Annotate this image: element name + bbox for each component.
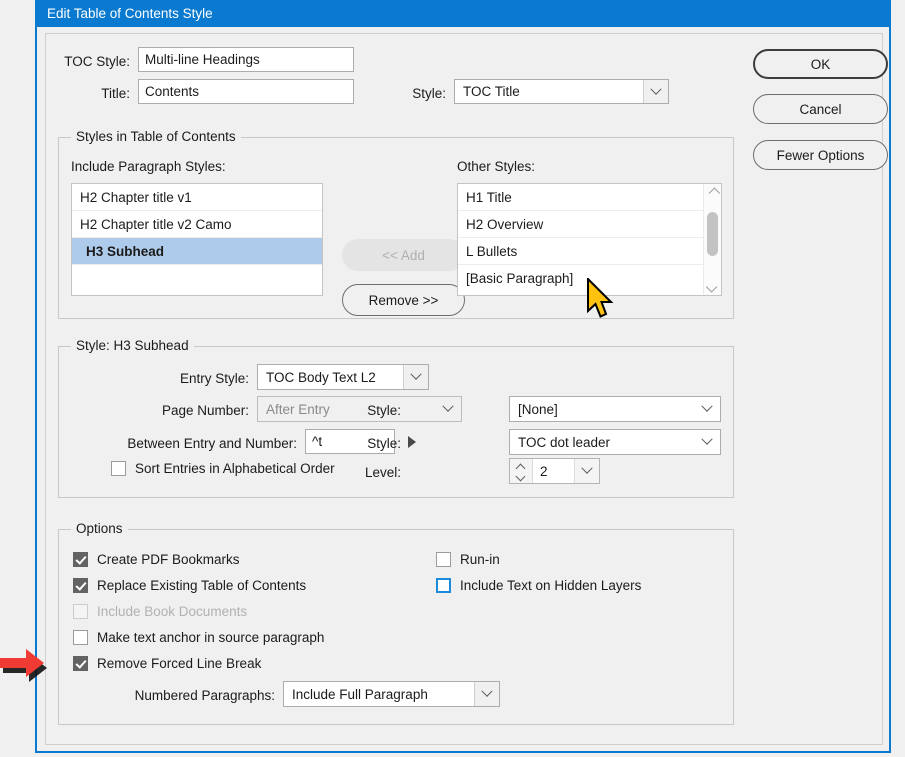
entry-style-dropdown[interactable]: TOC Body Text L2 [257,364,429,390]
include-book-documents-checkbox: Include Book Documents [73,604,247,619]
chevron-down-icon [643,80,668,103]
checkbox-box [73,604,88,619]
chevron-down-icon [694,397,720,421]
list-item[interactable]: H1 Title [458,184,704,211]
list-item[interactable]: H2 Chapter title v1 [72,184,322,211]
create-pdf-bookmarks-label: Create PDF Bookmarks [97,552,240,567]
list-item[interactable]: H2 Chapter title v2 Camo [72,211,322,238]
style-detail-group: Style: H3 Subhead Entry Style: TOC Body … [58,338,734,498]
checkbox-box[interactable] [436,552,451,567]
dialog-title: Edit Table of Contents Style [47,6,213,21]
options-legend: Options [71,521,128,536]
scroll-up-icon[interactable] [704,184,721,201]
checkbox-box[interactable] [111,461,126,476]
title-style-value: TOC Title [463,84,520,99]
other-styles-list[interactable]: H1 Title H2 Overview L Bullets [Basic Pa… [457,183,722,296]
add-button: << Add [342,239,465,271]
scrollbar-thumb[interactable] [707,212,718,256]
scroll-down-icon[interactable] [704,278,721,295]
remove-button-label: Remove >> [368,292,439,308]
styles-in-toc-group: Styles in Table of Contents Include Para… [58,129,734,319]
level-stepper-icons[interactable] [510,459,533,483]
add-button-label: << Add [382,247,425,263]
include-paragraph-styles-list[interactable]: H2 Chapter title v1 H2 Chapter title v2 … [71,183,323,296]
list-item-selected[interactable]: H3 Subhead [72,238,322,265]
checkbox-box[interactable] [436,578,451,593]
remove-forced-line-break-label: Remove Forced Line Break [97,656,262,671]
other-styles-label: Other Styles: [457,159,536,174]
level-label: Level: [364,465,401,480]
checkbox-box[interactable] [73,578,88,593]
create-pdf-bookmarks-checkbox[interactable]: Create PDF Bookmarks [73,552,240,567]
between-style-label: Style: [367,436,401,451]
between-entry-number-label: Between Entry and Number: [127,436,297,451]
include-paragraph-styles-label: Include Paragraph Styles: [71,159,226,174]
dialog-titlebar: Edit Table of Contents Style [35,0,891,27]
style-detail-legend: Style: H3 Subhead [71,338,194,353]
between-style-value: TOC dot leader [518,434,611,450]
chevron-down-icon [474,682,499,706]
chevron-down-icon [403,365,428,389]
level-dropdown-chevron-down-icon[interactable] [574,459,599,483]
fewer-options-button[interactable]: Fewer Options [753,140,888,170]
page-number-style-dropdown[interactable]: [None] [509,396,721,422]
include-text-hidden-layers-label: Include Text on Hidden Layers [460,578,642,593]
entry-style-label: Entry Style: [179,371,249,386]
checkbox-box[interactable] [73,552,88,567]
numbered-paragraphs-label: Numbered Paragraphs: [134,688,275,703]
toc-style-label: TOC Style: [64,54,130,69]
checkbox-box[interactable] [73,656,88,671]
cancel-button[interactable]: Cancel [753,94,888,124]
other-styles-scrollbar[interactable] [703,184,721,295]
between-entry-number-menu-icon[interactable] [403,432,421,452]
include-book-documents-label: Include Book Documents [97,604,248,619]
fewer-options-button-label: Fewer Options [776,147,865,163]
title-style-label: Style: [412,86,446,101]
remove-forced-line-break-checkbox[interactable]: Remove Forced Line Break [73,656,261,671]
cancel-button-label: Cancel [799,101,842,117]
ok-button-label: OK [810,56,831,72]
replace-existing-toc-checkbox[interactable]: Replace Existing Table of Contents [73,578,306,593]
make-text-anchor-checkbox[interactable]: Make text anchor in source paragraph [73,630,324,645]
styles-group-legend: Styles in Table of Contents [71,129,241,144]
ok-button[interactable]: OK [753,49,888,79]
between-style-dropdown[interactable]: TOC dot leader [509,429,721,455]
page-number-label: Page Number: [161,403,249,418]
dialog-body: TOC Style: Multi-line Headings Title: Co… [45,33,888,745]
list-empty-row [72,265,322,292]
sort-entries-label: Sort Entries in Alphabetical Order [135,461,335,476]
title-style-dropdown[interactable]: TOC Title [454,79,669,104]
checkbox-box[interactable] [73,630,88,645]
title-input[interactable]: Contents [138,79,354,104]
list-item[interactable]: L Bullets [458,238,704,265]
toc-style-input[interactable]: Multi-line Headings [138,47,354,72]
chevron-down-icon [435,397,461,421]
page-number-style-label: Style: [367,403,401,418]
chevron-down-icon [694,430,720,454]
list-item[interactable]: H2 Overview [458,211,704,238]
page-number-style-value: [None] [518,401,558,417]
stepper-down-icon [517,473,525,478]
numbered-paragraphs-value: Include Full Paragraph [292,686,428,702]
stepper-up-icon [517,465,525,470]
title-label: Title: [101,86,130,101]
run-in-label: Run-in [460,552,500,567]
options-group: Options Create PDF Bookmarks Replace Exi… [58,521,734,725]
entry-style-value: TOC Body Text L2 [266,369,376,385]
level-spinner[interactable]: 2 [509,458,600,484]
edit-toc-style-dialog: Edit Table of Contents Style TOC Style: … [35,0,891,753]
include-text-hidden-layers-checkbox[interactable]: Include Text on Hidden Layers [436,578,641,593]
list-item[interactable]: [Basic Paragraph] [458,265,704,292]
level-value[interactable]: 2 [533,459,574,483]
sort-entries-alphabetical-checkbox[interactable]: Sort Entries in Alphabetical Order [111,461,335,476]
remove-button[interactable]: Remove >> [342,284,465,316]
numbered-paragraphs-dropdown[interactable]: Include Full Paragraph [283,681,500,707]
replace-existing-toc-label: Replace Existing Table of Contents [97,578,307,593]
run-in-checkbox[interactable]: Run-in [436,552,500,567]
make-text-anchor-label: Make text anchor in source paragraph [97,630,325,645]
